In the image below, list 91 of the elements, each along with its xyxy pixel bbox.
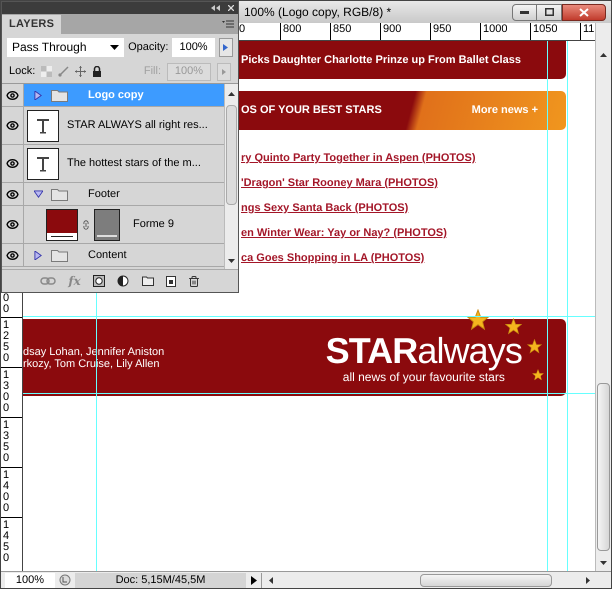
fill-slider-button[interactable] [217,62,231,80]
ruler-label: 950 [433,23,452,35]
eye-icon [6,119,19,132]
ruler-label: 00 [3,293,10,315]
scrollbar-thumb[interactable] [597,383,610,551]
folder-icon [51,188,68,200]
opacity-label: Opacity: [128,40,168,55]
folder-icon [51,88,68,102]
ruler-label: 1050 [533,23,558,35]
panel-tab[interactable]: LAYERS [2,15,62,34]
close-button[interactable] [562,4,606,20]
text-layer-thumbnail [27,148,59,180]
scroll-down-arrow-icon[interactable] [228,259,235,263]
trash-icon[interactable] [188,274,200,288]
logo-tagline: all news of your favourite stars [342,370,505,384]
zoom-field[interactable]: 100% [5,572,55,588]
ruler-label: 1350 [3,420,10,464]
scroll-up-arrow-icon[interactable] [600,53,607,57]
move-icon[interactable] [75,66,86,77]
star-icon [467,309,489,331]
scroll-up-arrow-icon[interactable] [228,92,235,96]
expanded-triangle-icon[interactable] [34,190,43,198]
news-link[interactable]: ry Quinto Party Together in Aspen (PHOTOS) [241,150,476,165]
text-layer-thumbnail [27,110,59,142]
vector-mask-thumbnail [94,208,120,240]
layer-name: Logo copy [88,88,144,103]
star-icon [532,369,544,381]
ruler-label: 800 [283,23,302,35]
ruler-label: 850 [333,23,352,35]
menu-icon[interactable] [222,20,234,28]
doc-info-panel: Doc: 5,15M/45,5M [75,572,246,588]
ruler-label: 1250 [3,320,10,364]
restore-icon [544,8,554,16]
ruler-label: 0 [239,23,246,35]
news-link[interactable]: 'Dragon' Star Rooney Mara (PHOTOS) [241,175,438,190]
caret-icon [110,44,120,50]
headline-text: Picks Daughter Charlotte Prinze up From Ballet Class [241,52,521,68]
ruler-label: 1450 [3,520,10,564]
window-title: 100% (Logo copy, RGB/8) * [244,4,392,21]
staralways-logo: STARalways [326,332,522,370]
eye-icon [6,157,19,170]
scrollbar-thumb[interactable] [226,105,237,205]
adjustment-layer-icon[interactable] [116,275,130,287]
layer-name: Forme 9 [133,217,174,232]
minimize-icon [520,10,529,14]
star-icon [527,339,542,354]
layers-scrollbar[interactable] [224,84,238,269]
blend-mode-dropdown[interactable]: Pass Through [7,38,124,56]
scroll-right-arrow-icon[interactable] [586,576,590,584]
close-icon[interactable] [228,5,234,11]
eye-icon [6,188,19,200]
play-arrow-icon [250,576,256,584]
ruler-label: 1400 [3,470,10,514]
play-arrow-icon [223,44,228,50]
layer-name: STAR ALWAYS all right res... [67,118,208,134]
folder-icon[interactable] [142,276,154,286]
collapse-icon[interactable] [211,5,220,11]
star-icon [505,318,522,335]
play-arrow-icon [222,68,226,74]
layer-name: The hottest stars of the m... [67,156,201,172]
maximize-button[interactable] [537,4,562,20]
opacity-slider-button[interactable] [218,38,233,56]
news-link[interactable]: en Winter Wear: Yay or Nay? (PHOTOS) [241,225,447,240]
ruler-label: 900 [383,23,402,35]
folder-icon [51,248,68,262]
news-link[interactable]: ngs Sexy Santa Back (PHOTOS) [241,200,408,215]
news-link[interactable]: ca Goes Shopping in LA (PHOTOS) [241,250,424,265]
scroll-down-arrow-icon[interactable] [600,561,607,565]
ruler-label: 1300 [3,370,10,414]
lock-label: Lock: [9,64,36,80]
layer-name: Content [88,248,127,263]
collapsed-triangle-icon[interactable] [34,90,43,100]
status-info-icon[interactable] [59,574,71,586]
collapsed-triangle-icon[interactable] [34,250,43,260]
ruler-label: 1000 [483,23,508,35]
ruler-label: 11 [583,23,594,35]
promo-text: OS OF YOUR BEST STARS [241,103,382,118]
new-layer-icon[interactable] [166,276,176,286]
vertical-scrollbar[interactable] [595,23,611,571]
minimize-button[interactable] [512,4,537,20]
scroll-left-arrow-icon[interactable] [269,576,273,584]
layer-mask-icon[interactable] [92,275,105,287]
opacity-field[interactable]: 100% [172,38,215,56]
shape-thumbnail [46,208,78,240]
eye-icon [6,248,19,262]
lock-icon[interactable] [92,66,102,77]
scrollbar-thumb[interactable] [420,574,552,586]
eye-icon [6,218,19,231]
layer-name: Footer [88,186,120,202]
eye-icon [6,88,19,102]
close-icon [579,8,589,16]
